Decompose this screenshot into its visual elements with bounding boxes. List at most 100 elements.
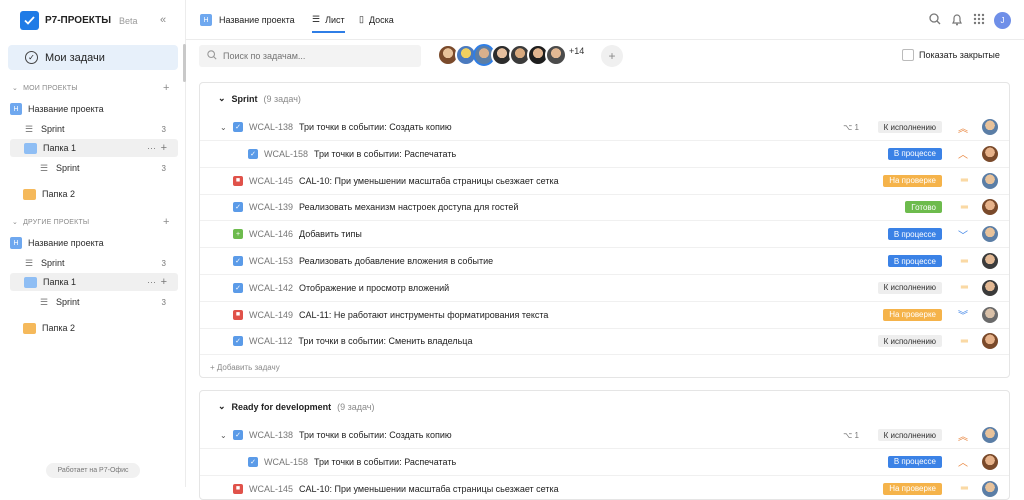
other-projects-section[interactable]: ⌄ ДРУГИЕ ПРОЕКТЫ — [12, 218, 89, 227]
sidebar-scrollbar[interactable] — [183, 44, 186, 82]
search-input[interactable] — [223, 51, 403, 61]
status-badge[interactable]: Готово — [905, 201, 942, 214]
task-row[interactable]: ■ WCAL-145 CAL-10: При уменьшении масштаба… — [200, 168, 1009, 195]
member-avatar[interactable] — [545, 44, 567, 66]
sidebar-list-sprint[interactable]: ☰ Sprint 3 — [10, 293, 178, 311]
task-search[interactable] — [199, 45, 421, 67]
status-badge[interactable]: В процессе — [887, 255, 942, 267]
status-badge[interactable]: На проверке — [883, 482, 942, 495]
task-key[interactable]: WCAL-138 — [249, 122, 293, 132]
status-badge[interactable]: На проверке — [883, 308, 942, 321]
assignee-avatar[interactable] — [982, 119, 998, 135]
more-options-icon[interactable]: ··· — [147, 143, 156, 153]
task-title[interactable]: CAL-11: Не работают инструменты форматир… — [299, 310, 548, 320]
status-badge[interactable]: К исполнению — [877, 429, 942, 441]
assignee-avatar[interactable] — [982, 427, 998, 443]
task-row[interactable]: ⌄ ✓ WCAL-138 Три точки в событии: Создать к… — [200, 114, 1009, 141]
apps-grid-icon[interactable] — [973, 13, 985, 28]
assignee-avatar[interactable] — [982, 480, 998, 497]
task-key[interactable]: WCAL-146 — [249, 229, 293, 239]
tab-board[interactable]: ▯ Доска — [359, 14, 394, 25]
collapse-sidebar-icon[interactable]: « — [160, 14, 166, 26]
group-header[interactable]: ⌄ Ready for development (9 задач) — [218, 401, 374, 412]
task-key[interactable]: WCAL-139 — [249, 202, 293, 212]
priority-high-icon[interactable]: ︽ — [958, 428, 968, 443]
sidebar-folder[interactable]: Папка 1 ··· + — [10, 139, 178, 157]
task-title[interactable]: Добавить типы — [299, 229, 362, 239]
task-row[interactable]: ⌄ ✓ WCAL-138 Три точки в событии: Создать к… — [200, 422, 1009, 449]
sidebar-folder[interactable]: Папка 2 — [10, 185, 178, 203]
add-member-button[interactable]: + — [601, 45, 623, 67]
task-row[interactable]: ✓ WCAL-158 Три точки в событии: Распечатат… — [200, 141, 1009, 168]
status-badge[interactable]: К исполнению — [877, 335, 942, 348]
priority-low-icon[interactable]: ﹀ — [958, 227, 968, 242]
show-closed-toggle[interactable]: Показать закрытые — [902, 49, 1000, 61]
priority-normal-icon[interactable]: ═ — [961, 483, 968, 494]
add-list-icon[interactable]: + — [161, 142, 167, 154]
task-key[interactable]: WCAL-153 — [249, 256, 293, 266]
add-project-icon[interactable]: + — [163, 216, 169, 228]
app-logo[interactable]: Р7-ПРОЕКТЫ Beta — [20, 11, 138, 30]
priority-lowest-icon[interactable]: ︾ — [958, 307, 968, 322]
task-title[interactable]: Три точки в событии: Создать копию — [299, 430, 452, 440]
add-list-icon[interactable]: + — [161, 276, 167, 288]
assignee-avatar[interactable] — [982, 279, 998, 296]
task-row[interactable]: ✓ WCAL-112 Три точки в событии: Сменить вл… — [200, 328, 1009, 356]
sidebar-project[interactable]: Н Название проекта — [10, 234, 178, 252]
bell-icon[interactable] — [951, 13, 963, 29]
assignee-avatar[interactable] — [982, 199, 998, 216]
my-tasks-item[interactable]: ✓ Мои задачи — [8, 45, 178, 70]
priority-normal-icon[interactable]: ═ — [961, 175, 968, 186]
expand-chevron-icon[interactable]: ⌄ — [220, 123, 227, 132]
sidebar-folder[interactable]: Папка 1 ··· + — [10, 273, 178, 291]
status-badge[interactable]: В процессе — [887, 147, 942, 160]
task-key[interactable]: WCAL-142 — [249, 283, 293, 293]
task-title[interactable]: Три точки в событии: Распечатать — [314, 149, 456, 159]
add-project-icon[interactable]: + — [163, 82, 169, 94]
task-title[interactable]: CAL-10: При уменьшении масштаба страницы… — [299, 176, 559, 186]
group-header[interactable]: ⌄ Sprint (9 задач) — [218, 93, 301, 104]
assignee-avatar[interactable] — [982, 172, 998, 189]
task-key[interactable]: WCAL-138 — [249, 430, 293, 440]
assignee-avatar[interactable] — [982, 333, 998, 350]
status-badge[interactable]: В процессе — [887, 455, 942, 468]
add-task-button[interactable]: + Добавить задачу — [210, 363, 280, 372]
task-title[interactable]: Три точки в событии: Создать копию — [299, 122, 452, 132]
status-badge[interactable]: К исполнению — [877, 121, 942, 133]
search-icon[interactable] — [929, 13, 941, 28]
task-row[interactable]: ✓ WCAL-158 Три точки в событии: Распечатат… — [200, 449, 1009, 476]
task-row[interactable]: ■ WCAL-149 CAL-11: Не работают инструменты… — [200, 302, 1009, 329]
show-closed-checkbox[interactable] — [902, 49, 914, 61]
assignee-avatar[interactable] — [982, 253, 998, 269]
powered-by-badge[interactable]: Работает на Р7-Офис — [46, 463, 140, 478]
task-key[interactable]: WCAL-145 — [249, 176, 293, 186]
assignee-avatar[interactable] — [982, 226, 998, 243]
task-key[interactable]: WCAL-112 — [249, 336, 292, 346]
user-avatar[interactable]: J — [994, 12, 1011, 29]
task-row[interactable]: + WCAL-146 Добавить типы В процессе ﹀ — [200, 221, 1009, 249]
sidebar-list-sprint[interactable]: ☰ Sprint 3 — [10, 159, 178, 177]
priority-normal-icon[interactable]: ═ — [961, 256, 968, 267]
task-key[interactable]: WCAL-149 — [249, 310, 293, 320]
status-badge[interactable]: В процессе — [887, 228, 942, 241]
assignee-avatar[interactable] — [982, 145, 998, 162]
tab-list[interactable]: ☰ Лист — [312, 14, 345, 33]
task-title[interactable]: CAL-10: При уменьшении масштаба страницы… — [299, 484, 559, 494]
sidebar-project[interactable]: Н Название проекта — [10, 100, 178, 118]
more-options-icon[interactable]: ··· — [147, 277, 156, 287]
task-key[interactable]: WCAL-158 — [264, 149, 308, 159]
my-projects-section[interactable]: ⌄ МОИ ПРОЕКТЫ — [12, 84, 78, 93]
task-key[interactable]: WCAL-158 — [264, 457, 308, 467]
member-avatars[interactable] — [437, 44, 567, 66]
priority-normal-icon[interactable]: ═ — [961, 202, 968, 213]
status-badge[interactable]: На проверке — [883, 174, 942, 187]
expand-chevron-icon[interactable]: ⌄ — [220, 431, 227, 440]
more-members-count[interactable]: +14 — [569, 46, 584, 56]
task-title[interactable]: Реализовать механизм настроек доступа дл… — [299, 202, 518, 212]
priority-normal-icon[interactable]: ═ — [961, 336, 968, 347]
sidebar-folder[interactable]: Папка 2 — [10, 319, 178, 337]
task-key[interactable]: WCAL-145 — [249, 484, 293, 494]
priority-normal-icon[interactable]: ═ — [961, 282, 968, 293]
status-badge[interactable]: К исполнению — [877, 281, 942, 294]
task-row[interactable]: ✓ WCAL-153 Реализовать добавление вложения… — [200, 248, 1009, 275]
